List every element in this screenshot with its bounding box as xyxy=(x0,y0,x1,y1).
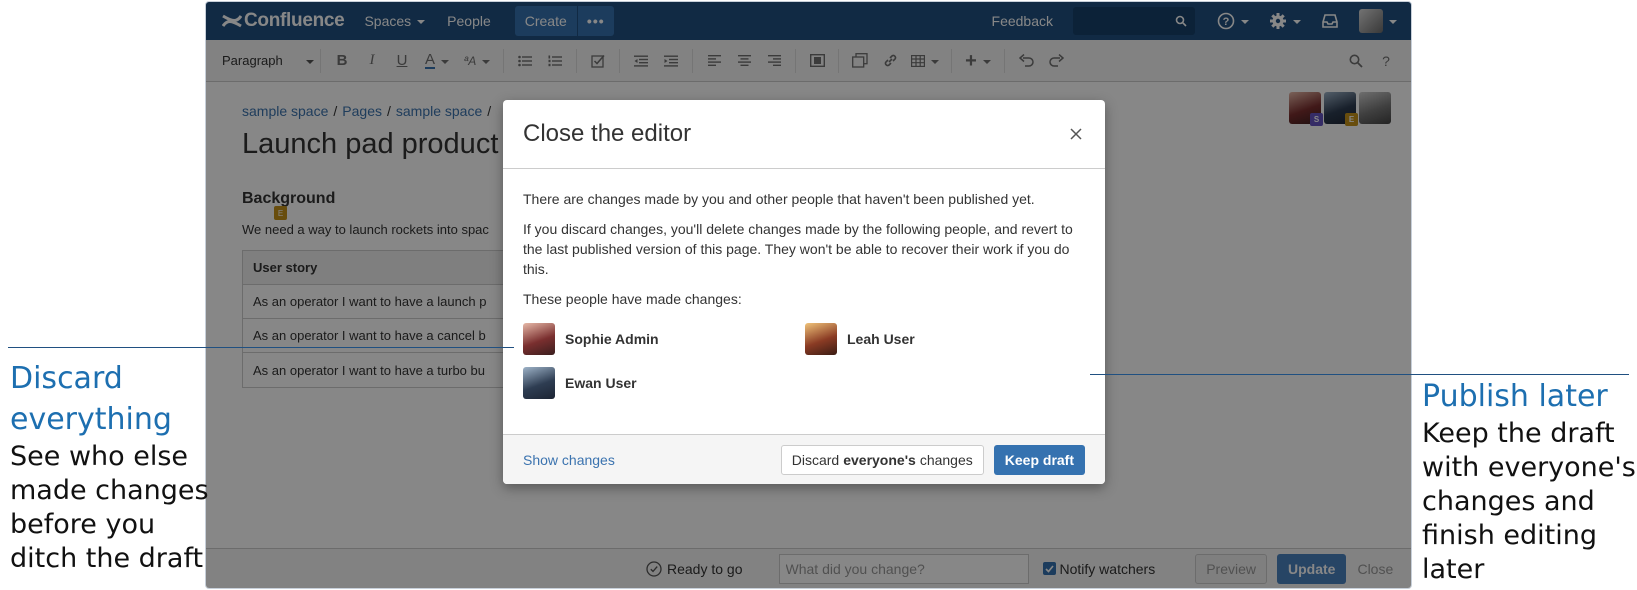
annotation-text: before you xyxy=(10,509,156,540)
annotation-heading: Publish later xyxy=(1422,379,1608,414)
discard-label-post: changes xyxy=(919,451,973,468)
annotation-text: later xyxy=(1422,554,1485,585)
annotation-text: made changes xyxy=(10,475,209,506)
annotation-text: ditch the draft xyxy=(10,543,204,574)
dialog-header: Close the editor xyxy=(503,100,1105,169)
screenshot-root: Confluence Spaces People Create ••• Feed… xyxy=(0,0,1637,590)
dialog-close-button[interactable] xyxy=(1067,125,1085,143)
annotation-publish-later: Publish later Keep the draft with everyo… xyxy=(1422,376,1636,587)
person-name: Ewan User xyxy=(565,375,637,391)
discard-label-pre: Discard xyxy=(791,451,840,468)
people-heading: These people have made changes: xyxy=(523,291,742,307)
discard-label-bold: everyone's xyxy=(843,451,916,468)
list-item: Ewan User xyxy=(523,367,805,399)
list-item: Leah User xyxy=(805,323,1087,355)
dialog-footer: Show changes Discard everyone's changes … xyxy=(503,434,1105,484)
annotation-text: See who else xyxy=(10,441,189,472)
callout-line-left xyxy=(8,347,514,348)
person-name: Sophie Admin xyxy=(565,331,659,347)
keep-draft-button[interactable]: Keep draft xyxy=(993,444,1085,475)
dialog-body: There are changes made by you and other … xyxy=(503,169,1105,399)
annotation-text: finish editing xyxy=(1422,520,1597,551)
annotation-heading: Discard xyxy=(10,361,123,396)
editor-people-list: Sophie Admin Leah User Ewan User xyxy=(523,323,1085,399)
annotation-discard: Discard everything See who else made cha… xyxy=(10,358,209,576)
annotation-text: Keep the draft xyxy=(1422,418,1615,449)
close-icon xyxy=(1070,128,1082,140)
dialog-warning: If you discard changes, you'll delete ch… xyxy=(523,221,1073,277)
discard-changes-button[interactable]: Discard everyone's changes xyxy=(780,444,984,475)
avatar xyxy=(805,323,837,355)
callout-line-right xyxy=(1090,374,1629,375)
close-editor-dialog: Close the editor There are changes made … xyxy=(503,100,1105,484)
list-item: Sophie Admin xyxy=(523,323,805,355)
annotation-heading: everything xyxy=(10,402,172,437)
annotation-text: with everyone's xyxy=(1422,452,1636,483)
dialog-title: Close the editor xyxy=(523,120,692,147)
avatar xyxy=(523,367,555,399)
avatar xyxy=(523,323,555,355)
dialog-message: There are changes made by you and other … xyxy=(523,191,1035,207)
person-name: Leah User xyxy=(847,331,915,347)
annotation-text: changes and xyxy=(1422,486,1595,517)
show-changes-link[interactable]: Show changes xyxy=(523,452,781,468)
